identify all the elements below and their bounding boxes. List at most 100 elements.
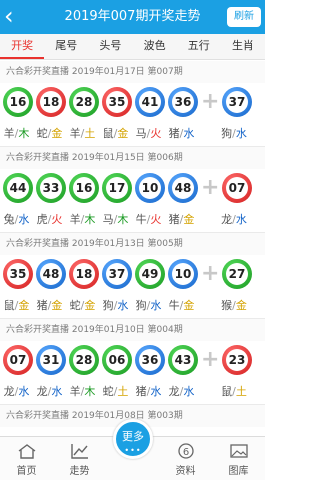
zodiac-cell: 虎/火 [33, 211, 66, 227]
element-label: 金 [117, 127, 129, 140]
draw-list[interactable]: 六合彩开奖直播 2019年01月17日 第007期 16 18 28 35 41 36 +37… [0, 61, 265, 436]
number-ball: 10 [135, 173, 165, 203]
zodiac-label: 羊 [69, 127, 81, 140]
ball-number: 16 [7, 91, 29, 113]
home-icon [18, 444, 35, 459]
number-ball: 36 [135, 345, 165, 375]
element-label: 水 [117, 299, 129, 312]
special-ball: 27 [222, 259, 252, 289]
element-label: 金 [51, 299, 63, 312]
plus-icon: + [201, 261, 220, 286]
zodiac-label: 蛇 [69, 299, 81, 312]
tab-color[interactable]: 波色 [133, 34, 177, 59]
zodiac-cell: 羊/木 [66, 211, 99, 227]
zodiac-label: 虎 [36, 213, 48, 226]
zodiac-cell: 牛/金 [165, 297, 198, 313]
zodiac-cell: 牛/火 [132, 211, 165, 227]
ball-number: 17 [106, 177, 128, 199]
number-ball: 06 [102, 345, 132, 375]
zodiac-cell: 狗/水 [219, 125, 249, 141]
zodiac-cell: 鼠/金 [99, 125, 132, 141]
tab-draw[interactable]: 开奖 [0, 34, 45, 59]
zodiac-cell: 狗/水 [99, 297, 132, 313]
ball-number: 43 [172, 349, 194, 371]
ball-number: 27 [226, 263, 248, 285]
element-label: 火 [150, 213, 162, 226]
draw-title: 六合彩开奖直播 2019年01月10日 第004期 [0, 319, 265, 341]
zodiac-cell: 羊/木 [0, 125, 33, 141]
more-label: 更多 [122, 430, 144, 443]
nav-info[interactable]: 6 资料 [159, 437, 212, 480]
number-ball: 10 [168, 259, 198, 289]
zodiac-cell: 龙/水 [0, 383, 33, 399]
nav-trend[interactable]: 走势 [53, 437, 106, 480]
zodiac-cell: 龙/水 [219, 211, 249, 227]
tab-head[interactable]: 头号 [88, 34, 132, 59]
special-ball: 23 [222, 345, 252, 375]
bottom-nav: 首页 走势 6 资料 图库 更多 ••• [0, 419, 265, 480]
number-ball: 17 [102, 173, 132, 203]
element-label: 木 [117, 213, 129, 226]
zodiac-label: 兔 [3, 213, 15, 226]
number-ball: 16 [3, 87, 33, 117]
zodiac-cell: 马/木 [99, 211, 132, 227]
zodiac-label: 鼠 [3, 299, 15, 312]
nav-home[interactable]: 首页 [0, 437, 53, 480]
ball-number: 31 [40, 349, 62, 371]
zodiac-label: 龙 [221, 213, 233, 226]
nav-info-label: 资料 [175, 466, 196, 477]
special-ball: 07 [222, 173, 252, 203]
zodiac-label: 猴 [221, 299, 233, 312]
zodiac-label: 鼠 [221, 385, 233, 398]
special-ball: 37 [222, 87, 252, 117]
zodiac-cell: 龙/水 [33, 383, 66, 399]
zodiac-label: 马 [135, 127, 147, 140]
ball-row: 44 33 16 17 10 48 +07 [0, 169, 265, 207]
zodiac-cell: 猴/金 [219, 297, 249, 313]
svg-text:6: 6 [182, 447, 188, 458]
ball-number: 35 [106, 91, 128, 113]
ball-number: 44 [7, 177, 29, 199]
zodiac-cell: 猪/金 [165, 211, 198, 227]
zodiac-label: 狗 [135, 299, 147, 312]
zodiac-label: 龙 [3, 385, 15, 398]
element-label: 金 [84, 299, 96, 312]
element-label: 木 [18, 127, 30, 140]
nav-gallery[interactable]: 图库 [212, 437, 265, 480]
ball-number: 37 [106, 263, 128, 285]
tab-zodiac[interactable]: 生肖 [221, 34, 265, 59]
element-label: 水 [235, 127, 247, 140]
zodiac-cell: 兔/水 [0, 211, 33, 227]
tab-element[interactable]: 五行 [177, 34, 221, 59]
page-title: 2019年007期开奖走势 [64, 9, 201, 24]
ball-number: 35 [7, 263, 29, 285]
zodiac-label: 龙 [36, 385, 48, 398]
element-label: 土 [235, 385, 247, 398]
zodiac-label: 鼠 [102, 127, 114, 140]
number-ball: 37 [102, 259, 132, 289]
number-ball: 18 [36, 87, 66, 117]
tab-tail[interactable]: 尾号 [44, 34, 88, 59]
element-label: 水 [150, 385, 162, 398]
number-ball: 28 [69, 87, 99, 117]
number-ball: 35 [102, 87, 132, 117]
ball-number: 07 [7, 349, 29, 371]
zodiac-label: 猪 [135, 385, 147, 398]
number-ball: 41 [135, 87, 165, 117]
ball-number: 10 [172, 263, 194, 285]
ball-number: 07 [226, 177, 248, 199]
zodiac-label: 猪 [168, 213, 180, 226]
number-ball: 48 [168, 173, 198, 203]
draw-title: 六合彩开奖直播 2019年01月17日 第007期 [0, 61, 265, 83]
ball-number: 23 [226, 349, 248, 371]
element-label: 火 [150, 127, 162, 140]
zodiac-cell: 龙/水 [165, 383, 198, 399]
ball-number: 18 [40, 91, 62, 113]
zodiac-cell: 猪/水 [132, 383, 165, 399]
ball-number: 16 [73, 177, 95, 199]
zodiac-cell: 猪/金 [33, 297, 66, 313]
more-button[interactable]: 更多 ••• [113, 419, 153, 459]
refresh-button[interactable]: 刷新 [227, 7, 261, 27]
ball-number: 33 [40, 177, 62, 199]
draw-item: 六合彩开奖直播 2019年01月10日 第004期 07 31 28 06 36 43 +23… [0, 319, 265, 405]
